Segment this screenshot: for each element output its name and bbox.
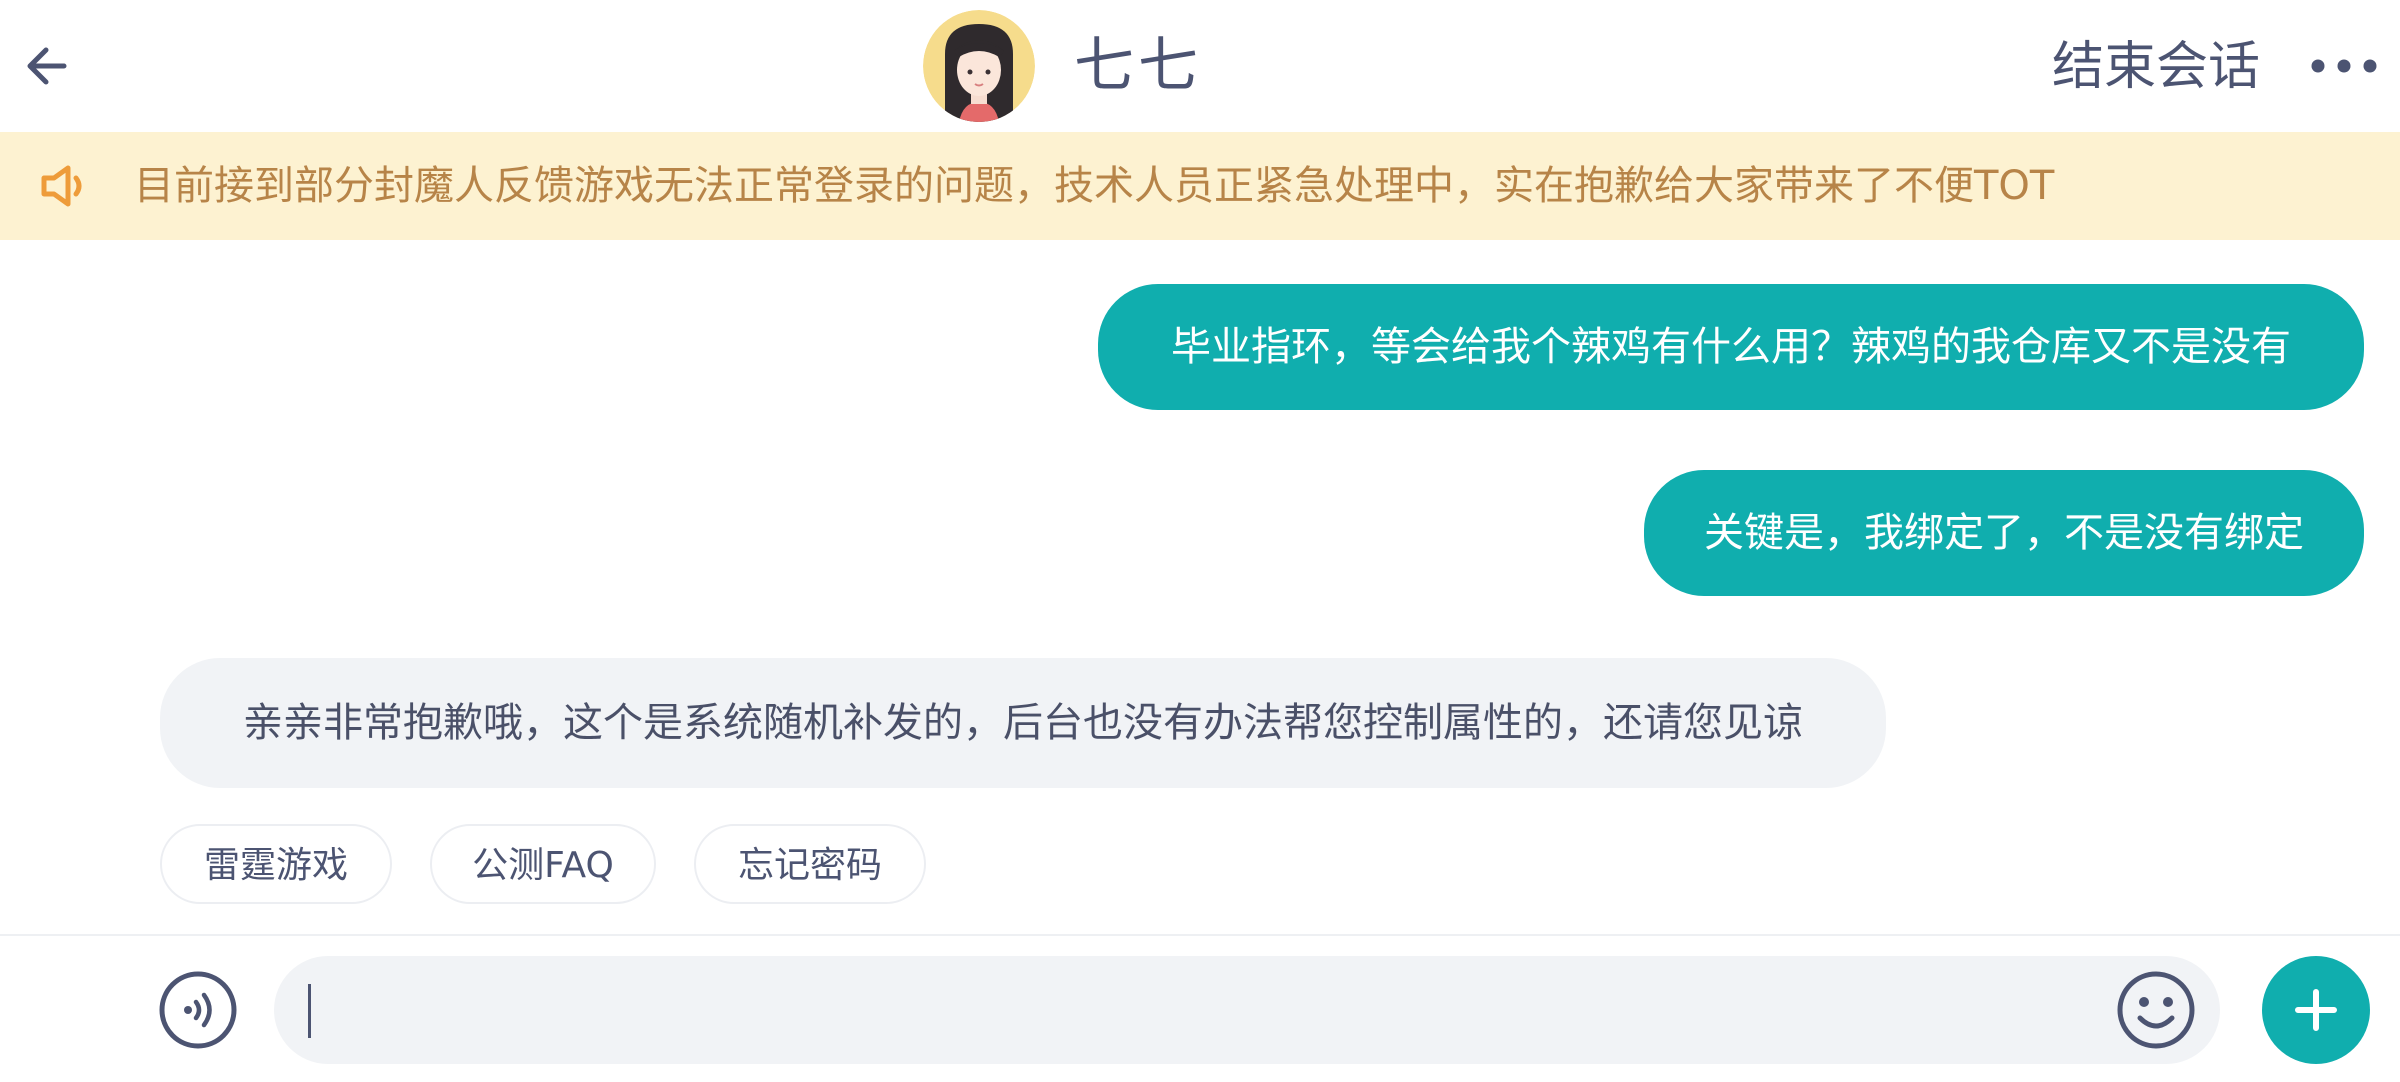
speaker-icon — [41, 165, 82, 207]
voice-icon[interactable] — [158, 970, 238, 1050]
end-chat-button[interactable]: 结束会话 — [2052, 32, 2260, 102]
message-input[interactable] — [274, 956, 2220, 1064]
quick-reply-chip[interactable]: 公测FAQ — [430, 824, 656, 904]
chat-header: 七七 结束会话 — [0, 0, 2400, 132]
plus-icon — [2295, 989, 2337, 1031]
emoji-icon[interactable] — [2116, 970, 2196, 1050]
message-text: 毕业指环，等会给我个辣鸡有什么用？辣鸡的我仓库又不是没有 — [1171, 324, 2291, 370]
avatar-image — [923, 10, 1035, 122]
arrow-left-icon[interactable] — [22, 38, 78, 94]
user-message[interactable]: 关键是，我绑定了，不是没有绑定 — [1644, 470, 2364, 596]
notice-banner[interactable]: 目前接到部分封魔人反馈游戏无法正常登录的问题，技术人员正紧急处理中，实在抱歉给大… — [0, 132, 2400, 240]
chat-title: 七七 — [1074, 31, 1202, 101]
message-text: 关键是，我绑定了，不是没有绑定 — [1704, 510, 2304, 556]
quick-reply-chip[interactable]: 忘记密码 — [694, 824, 926, 904]
avatar[interactable] — [923, 10, 1035, 122]
message-text: 亲亲非常抱歉哦，这个是系统随机补发的，后台也没有办法帮您控制属性的，还请您见谅 — [243, 700, 1803, 746]
quick-reply-chip[interactable]: 雷霆游戏 — [160, 824, 392, 904]
plus-button[interactable] — [2262, 956, 2370, 1064]
text-caret — [308, 984, 311, 1038]
notice-text: 目前接到部分封魔人反馈游戏无法正常登录的问题，技术人员正紧急处理中，实在抱歉给大… — [134, 163, 2055, 209]
user-message[interactable]: 毕业指环，等会给我个辣鸡有什么用？辣鸡的我仓库又不是没有 — [1098, 284, 2364, 410]
input-bar — [0, 934, 2400, 1082]
more-dots-icon[interactable] — [2306, 44, 2382, 88]
agent-message[interactable]: 亲亲非常抱歉哦，这个是系统随机补发的，后台也没有办法帮您控制属性的，还请您见谅 — [160, 658, 1886, 788]
